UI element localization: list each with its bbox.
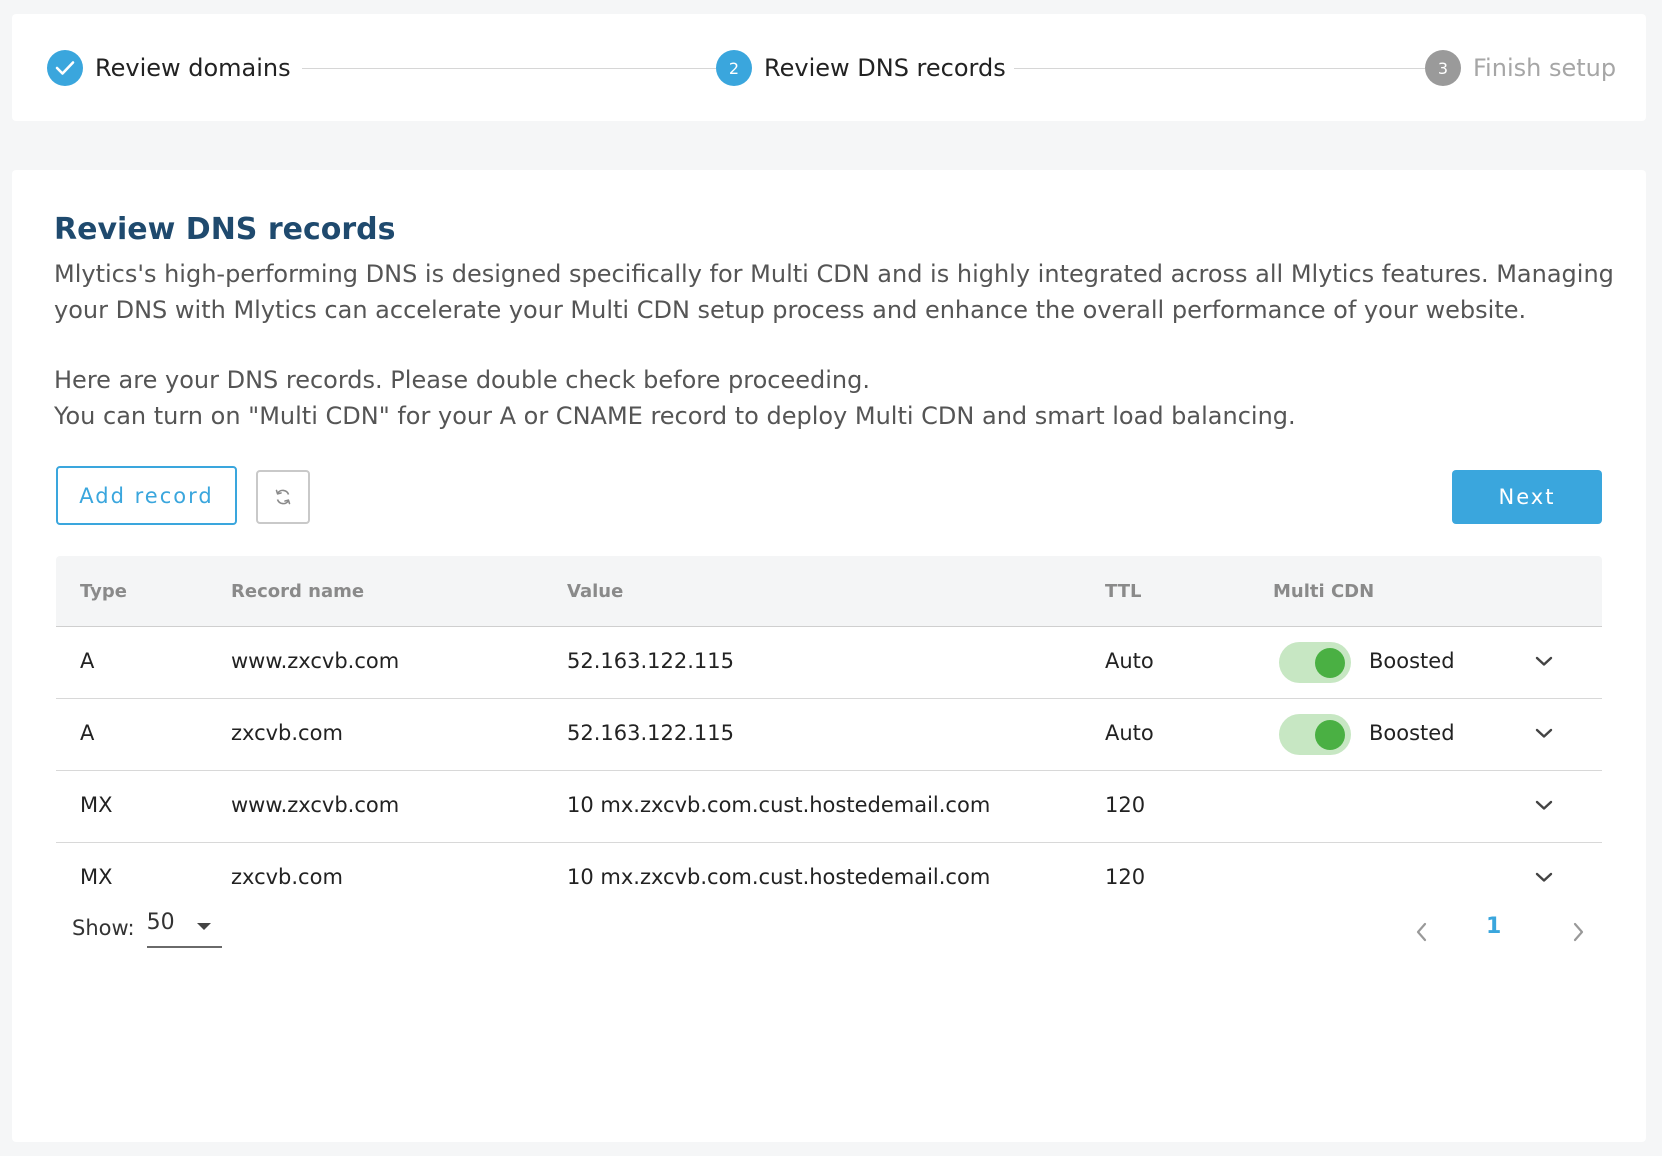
step-finish-setup: 3 Finish setup — [1425, 50, 1616, 86]
page-size-value: 50 — [146, 910, 175, 935]
record-type: A — [80, 649, 95, 673]
record-ttl: Auto — [1105, 721, 1154, 745]
dns-records-table: Type Record name Value TTL Multi CDN A w… — [56, 556, 1602, 915]
record-ttl: Auto — [1105, 649, 1154, 673]
setup-stepper: Review domains 2 Review DNS records 3 Fi… — [12, 14, 1646, 121]
multi-cdn-status: Boosted — [1369, 721, 1455, 745]
step-number: 3 — [1425, 50, 1461, 86]
caret-down-icon — [196, 923, 211, 930]
page-size-control: Show: 50 — [72, 908, 222, 948]
multi-cdn-toggle[interactable] — [1279, 642, 1351, 683]
step-label: Finish setup — [1473, 54, 1617, 82]
page-title: Review DNS records — [54, 212, 396, 247]
page-size-select[interactable]: 50 — [146, 908, 222, 948]
table-row: MX www.zxcvb.com 10 mx.zxcvb.com.cust.ho… — [56, 771, 1602, 843]
column-header-type: Type — [80, 581, 127, 602]
column-header-ttl: TTL — [1105, 581, 1142, 602]
record-value: 52.163.122.115 — [567, 649, 734, 673]
column-header-record-name: Record name — [231, 581, 365, 602]
refresh-button[interactable] — [256, 470, 310, 524]
record-value: 10 mx.zxcvb.com.cust.hostedemail.com — [567, 865, 991, 889]
chevron-right-icon[interactable] — [1568, 920, 1588, 944]
description: Mlytics's high-performing DNS is designe… — [54, 260, 1614, 324]
toggle-knob — [1315, 648, 1345, 678]
refresh-icon — [275, 489, 291, 505]
add-record-button[interactable]: Add record — [56, 466, 237, 525]
step-review-dns-records[interactable]: 2 Review DNS records — [716, 50, 1006, 86]
chevron-down-icon[interactable] — [1532, 793, 1556, 817]
table-row: A zxcvb.com 52.163.122.115 Auto Boosted — [56, 699, 1602, 771]
table-row: A www.zxcvb.com 52.163.122.115 Auto Boos… — [56, 627, 1602, 699]
record-name: zxcvb.com — [231, 865, 343, 889]
table-header: Type Record name Value TTL Multi CDN — [56, 556, 1602, 627]
record-value: 52.163.122.115 — [567, 721, 734, 745]
step-label: Review domains — [95, 54, 291, 82]
page-number[interactable]: 1 — [1486, 914, 1501, 939]
chevron-down-icon[interactable] — [1532, 865, 1556, 889]
multi-cdn-toggle[interactable] — [1279, 714, 1351, 755]
chevron-down-icon[interactable] — [1532, 649, 1556, 673]
instructions-line: You can turn on "Multi CDN" for your A o… — [54, 402, 1296, 430]
column-header-value: Value — [567, 581, 624, 602]
instructions: Here are your DNS records. Please double… — [54, 362, 1614, 434]
record-type: A — [80, 721, 95, 745]
record-ttl: 120 — [1105, 793, 1146, 817]
table-row: MX zxcvb.com 10 mx.zxcvb.com.cust.hosted… — [56, 843, 1602, 915]
toggle-knob — [1315, 720, 1345, 750]
record-name: zxcvb.com — [231, 721, 343, 745]
step-review-domains[interactable]: Review domains — [47, 50, 291, 86]
step-label: Review DNS records — [764, 54, 1006, 82]
step-connector — [1014, 68, 1425, 69]
record-type: MX — [80, 865, 113, 889]
record-name: www.zxcvb.com — [231, 649, 400, 673]
step-number: 2 — [716, 50, 752, 86]
dns-records-panel: Review DNS records Mlytics's high-perfor… — [12, 170, 1646, 1142]
check-icon — [47, 50, 83, 86]
record-value: 10 mx.zxcvb.com.cust.hostedemail.com — [567, 793, 991, 817]
record-ttl: 120 — [1105, 865, 1146, 889]
chevron-left-icon[interactable] — [1412, 920, 1432, 944]
instructions-line: Here are your DNS records. Please double… — [54, 366, 870, 394]
record-name: www.zxcvb.com — [231, 793, 400, 817]
show-label: Show: — [72, 916, 135, 940]
multi-cdn-status: Boosted — [1369, 649, 1455, 673]
step-connector — [302, 68, 716, 69]
column-header-multi-cdn: Multi CDN — [1273, 581, 1375, 602]
next-button[interactable]: Next — [1452, 470, 1602, 524]
record-type: MX — [80, 793, 113, 817]
chevron-down-icon[interactable] — [1532, 721, 1556, 745]
